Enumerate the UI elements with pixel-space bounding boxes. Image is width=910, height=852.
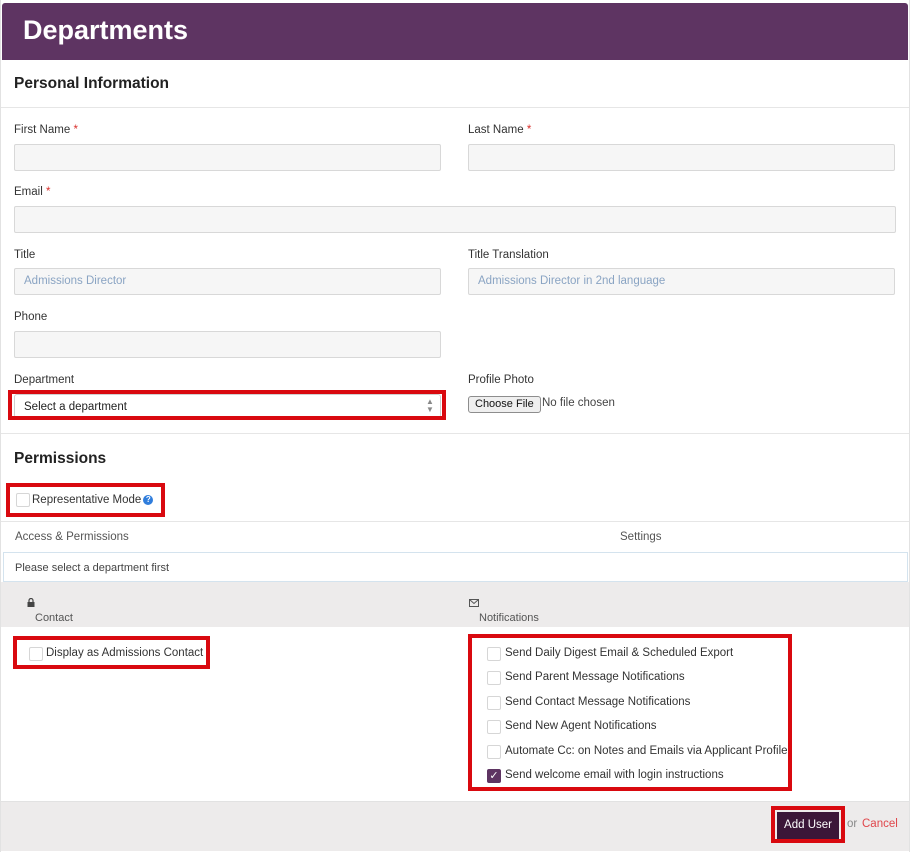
- envelope-icon: [469, 598, 479, 607]
- permissions-title: Permissions: [14, 450, 107, 467]
- department-label: Department: [14, 374, 75, 386]
- title-translation-label: Title Translation: [468, 249, 549, 261]
- personal-info-title: Personal Information: [14, 75, 170, 92]
- department-info-message: Please select a department first: [3, 552, 908, 582]
- first-name-input[interactable]: [14, 144, 441, 171]
- department-highlight: [8, 390, 446, 420]
- phone-input[interactable]: [14, 331, 441, 358]
- title-translation-input[interactable]: Admissions Director in 2nd language: [468, 268, 895, 295]
- profile-photo-label: Profile Photo: [468, 374, 534, 386]
- add-user-highlight: [771, 806, 845, 843]
- page-title: Departments: [23, 15, 189, 45]
- email-label: Email *: [14, 186, 51, 198]
- notifications-highlight: [468, 634, 792, 791]
- contact-group-header: Contact: [27, 597, 73, 624]
- last-name-input[interactable]: [468, 144, 895, 171]
- cancel-link[interactable]: Cancel: [862, 818, 898, 830]
- email-input[interactable]: [14, 206, 896, 233]
- permissions-group-bar: Contact Notifications: [1, 582, 909, 627]
- divider: [1, 107, 909, 108]
- representative-mode-highlight: [6, 483, 165, 517]
- access-permissions-header: Access & Permissions: [15, 531, 129, 543]
- phone-label: Phone: [14, 311, 48, 323]
- divider: [1, 433, 909, 434]
- title-input[interactable]: Admissions Director: [14, 268, 441, 295]
- divider: [1, 521, 909, 522]
- or-text: or: [847, 818, 858, 830]
- title-label: Title: [14, 249, 36, 261]
- notifications-group-header: Notifications: [469, 597, 539, 624]
- settings-header: Settings: [620, 531, 662, 543]
- choose-file-button[interactable]: Choose File: [468, 396, 541, 413]
- last-name-label: Last Name *: [468, 124, 532, 136]
- file-status: No file chosen: [542, 397, 615, 409]
- first-name-label: First Name *: [14, 124, 78, 136]
- lock-icon: [27, 597, 35, 607]
- page-header: Departments: [2, 3, 908, 60]
- display-contact-highlight: [13, 636, 210, 669]
